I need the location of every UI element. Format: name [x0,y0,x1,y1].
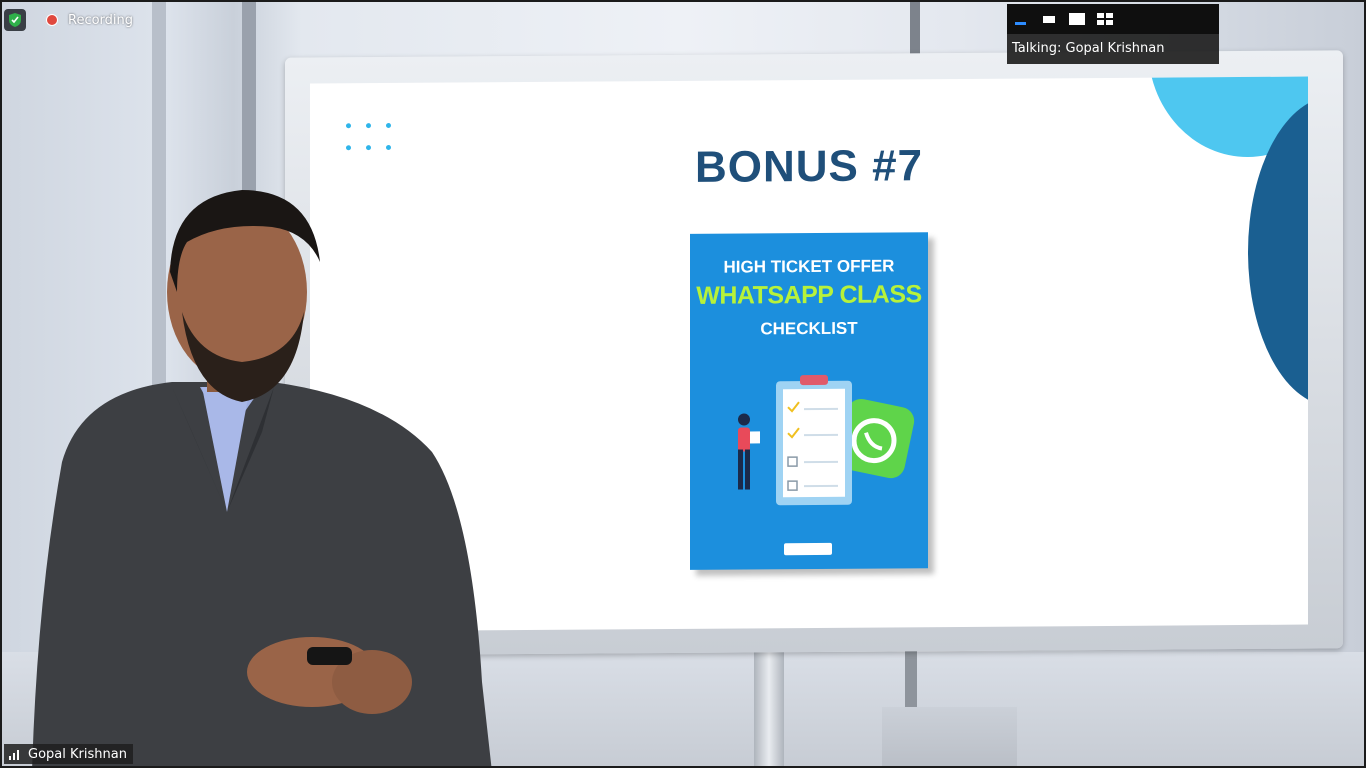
presenter-video [32,190,492,766]
view-mode-toolbar [1007,4,1219,34]
ebook-cover: HIGH TICKET OFFER WHATSAPP CLASS CHECKLI… [690,232,928,570]
thumbnail-icon[interactable] [1035,4,1063,34]
recording-indicator: Recording [4,8,133,32]
cover-heading-line2: WHATSAPP CLASS [696,280,922,310]
talking-indicator: Talking: Gopal Krishnan [1007,34,1219,64]
shield-check-icon[interactable] [4,9,26,31]
participant-name: Gopal Krishnan [28,746,127,762]
minimize-icon[interactable] [1007,4,1035,34]
speaker-view-icon[interactable] [1063,4,1091,34]
brand-logo-icon [784,542,832,556]
checklist-illustration [738,374,915,506]
participant-name-tag: Gopal Krishnan [4,744,133,764]
meeting-video-frame: BONUS #7 HIGH TICKET OFFER WHATSAPP CLAS… [0,0,1366,768]
checklist-clipboard-icon [776,374,852,506]
monitor-stand [754,647,784,766]
recording-label: Recording [68,12,134,28]
cover-heading-line3: CHECKLIST [760,318,858,339]
recording-dot-icon [46,14,58,26]
rear-post [905,647,917,712]
floor-block [882,707,1017,766]
gallery-grid-icon[interactable] [1091,4,1119,34]
studio-background: BONUS #7 HIGH TICKET OFFER WHATSAPP CLAS… [2,2,1364,766]
signal-bars-icon [9,750,19,760]
person-figure-icon [738,413,760,490]
cover-heading-line1: HIGH TICKET OFFER [723,256,895,277]
